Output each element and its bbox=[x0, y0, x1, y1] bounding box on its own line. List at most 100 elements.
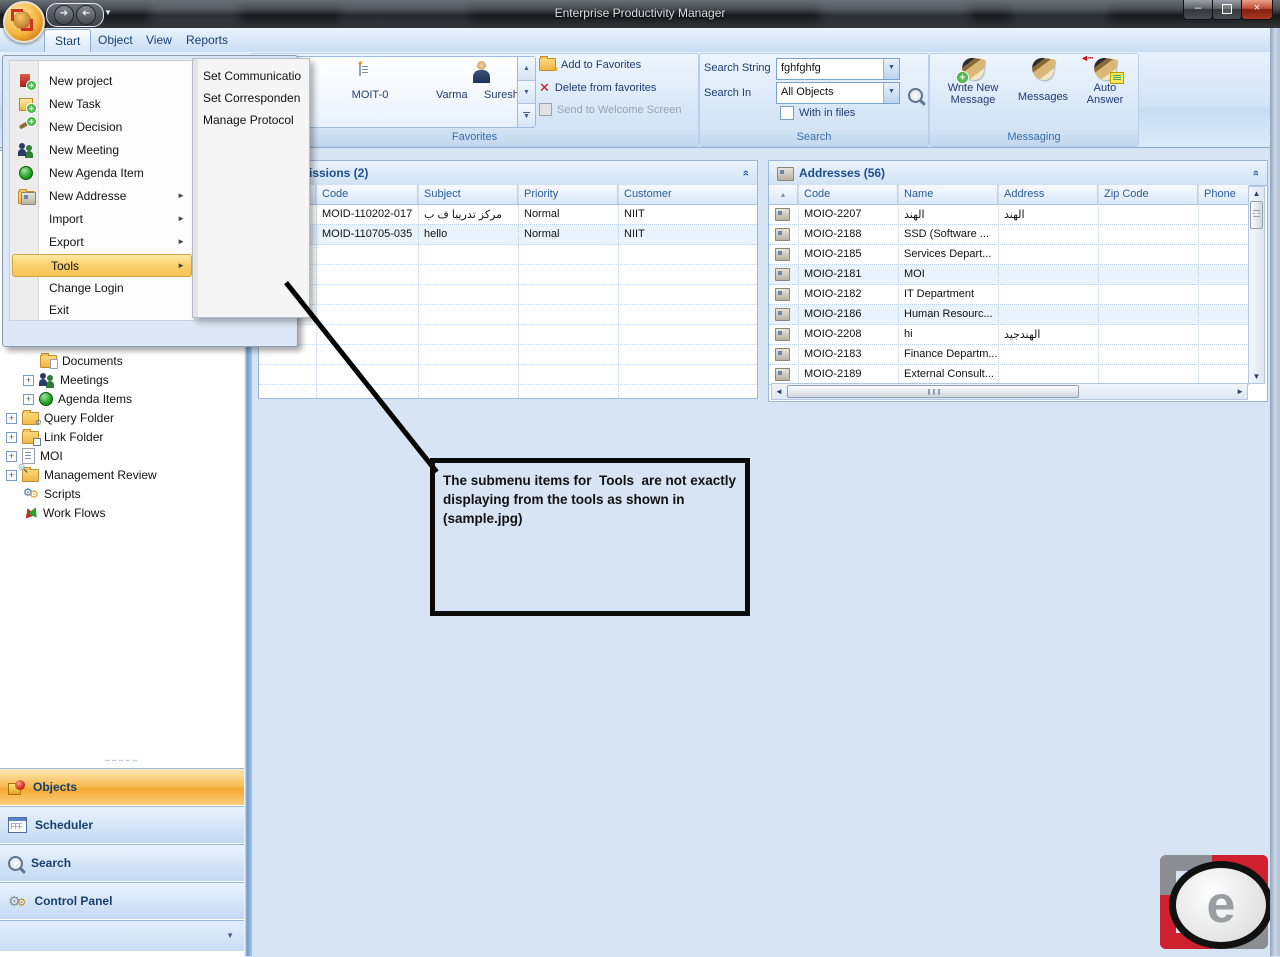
sidebar-grip[interactable]: ┄┄┄┄┄ bbox=[0, 757, 244, 767]
with-in-files-option[interactable]: With in files bbox=[780, 106, 855, 120]
close-button[interactable]: × bbox=[1241, 0, 1273, 20]
messages-button[interactable]: Messages bbox=[1012, 56, 1074, 103]
expander-icon[interactable]: + bbox=[6, 469, 17, 481]
address-row[interactable]: MOIO-2208 hi الهندجيد bbox=[769, 325, 1249, 345]
welcome-screen-icon bbox=[539, 103, 552, 116]
missions-row[interactable]: MOID-110202-017 مركز تدريبا ف ب Normal N… bbox=[259, 205, 757, 225]
tree-item-link-folder[interactable]: + Link Folder bbox=[6, 428, 103, 446]
tree-item-work-flows[interactable]: Work Flows bbox=[23, 504, 105, 522]
submenu-item-set-communication[interactable]: Set Communicatio bbox=[203, 69, 301, 83]
menu-item-new-project[interactable]: + New project bbox=[11, 69, 191, 92]
scroll-right-button[interactable]: ► bbox=[1236, 387, 1244, 396]
nav-objects[interactable]: Objects bbox=[0, 768, 244, 805]
tab-object[interactable]: Object bbox=[88, 29, 143, 51]
hscroll-thumb[interactable] bbox=[787, 385, 1079, 398]
menu-item-new-task[interactable]: + New Task bbox=[11, 92, 191, 115]
delete-from-favorites-button[interactable]: ✕ Delete from favorites bbox=[539, 80, 656, 96]
nav-search[interactable]: Search bbox=[0, 844, 244, 881]
tree-item-documents[interactable]: Documents bbox=[40, 352, 123, 370]
menu-item-import[interactable]: Import ► bbox=[11, 207, 191, 230]
address-row[interactable]: MOIO-2207 الهند الهند bbox=[769, 205, 1249, 225]
qat-customize-chevron[interactable]: ▼ bbox=[104, 8, 112, 17]
vscroll-thumb[interactable] bbox=[1250, 201, 1263, 229]
addresses-hscrollbar[interactable]: ◄ ► bbox=[771, 383, 1248, 400]
expander-icon[interactable]: + bbox=[23, 374, 34, 386]
missions-col-subject[interactable]: Subject bbox=[418, 185, 518, 204]
nav-control-panel[interactable]: ⚙⚙ Control Panel bbox=[0, 882, 244, 919]
address-row[interactable]: MOIO-2186 Human Resourc... bbox=[769, 305, 1249, 325]
addresses-col-name[interactable]: Name bbox=[898, 185, 998, 204]
menu-item-new-meeting[interactable]: New Meeting bbox=[11, 138, 191, 161]
menu-item-change-login[interactable]: Change Login bbox=[11, 276, 191, 299]
search-go-button[interactable] bbox=[908, 88, 923, 103]
gallery-more-button[interactable]: ▼ bbox=[518, 104, 535, 128]
favorite-item-varma[interactable]: Varma bbox=[436, 89, 468, 101]
missions-col-code[interactable]: Code bbox=[316, 185, 418, 204]
cell-subject: مركز تدريبا ف ب bbox=[424, 209, 503, 221]
tree-item-moi[interactable]: + MOI bbox=[6, 447, 63, 465]
favorite-item-moit0[interactable]: MOIT-0 bbox=[340, 89, 400, 101]
addresses-collapse-chevron[interactable]: » bbox=[1250, 170, 1262, 176]
addresses-col-address[interactable]: Address bbox=[998, 185, 1098, 204]
combo-dropdown-button[interactable]: ▼ bbox=[883, 59, 899, 79]
search-string-combo[interactable]: fghfghfg ▼ bbox=[776, 58, 900, 80]
thumb-grip bbox=[1253, 213, 1260, 214]
scroll-left-button[interactable]: ◄ bbox=[775, 387, 783, 396]
address-row[interactable]: MOIO-2182 IT Department bbox=[769, 285, 1249, 305]
tree-item-scripts[interactable]: ⚙ ⚙ Scripts bbox=[23, 485, 81, 503]
menu-item-export[interactable]: Export ► bbox=[11, 230, 191, 253]
tab-start[interactable]: Start bbox=[44, 29, 92, 52]
send-to-welcome-screen-button[interactable]: Send to Welcome Screen bbox=[539, 103, 682, 116]
write-new-message-button[interactable]: + Write New Message bbox=[942, 56, 1004, 106]
app-orb-button[interactable] bbox=[3, 1, 45, 43]
menu-item-new-agenda-item[interactable]: New Agenda Item bbox=[11, 161, 191, 184]
missions-collapse-chevron[interactable]: » bbox=[740, 170, 752, 176]
scroll-up-button[interactable]: ▲ bbox=[1249, 189, 1264, 198]
gallery-scroll-up[interactable]: ▲ bbox=[518, 57, 535, 81]
scroll-down-button[interactable]: ▼ bbox=[1249, 372, 1264, 381]
submenu-item-manage-protocol[interactable]: Manage Protocol bbox=[203, 113, 294, 127]
search-in-combo[interactable]: All Objects ▼ bbox=[776, 82, 900, 104]
forward-button[interactable]: ➜ bbox=[54, 5, 74, 25]
menu-item-new-decision[interactable]: + New Decision bbox=[11, 115, 191, 138]
add-to-favorites-button[interactable]: ★ Add to Favorites bbox=[539, 56, 641, 73]
nav-scheduler[interactable]: Scheduler bbox=[0, 806, 244, 843]
expander-icon[interactable]: + bbox=[6, 412, 17, 424]
address-row[interactable]: MOIO-2181 MOI bbox=[769, 265, 1249, 285]
submenu-item-set-correspondence[interactable]: Set Corresponden bbox=[203, 91, 300, 105]
address-row[interactable]: MOIO-2188 SSD (Software ... bbox=[769, 225, 1249, 245]
combo-dropdown-button[interactable]: ▼ bbox=[883, 83, 899, 103]
tab-reports[interactable]: Reports bbox=[176, 29, 238, 51]
addresses-col-zip[interactable]: Zip Code bbox=[1098, 185, 1198, 204]
auto-answer-button[interactable]: ◄┅ Auto Answer bbox=[1076, 53, 1134, 106]
expander-icon[interactable]: + bbox=[23, 393, 34, 405]
tree-item-agenda-items[interactable]: + Agenda Items bbox=[23, 390, 132, 408]
tab-view[interactable]: View bbox=[136, 29, 182, 51]
nav-options-chevron[interactable]: ▼ bbox=[226, 931, 234, 940]
restore-button[interactable] bbox=[1212, 0, 1242, 20]
address-row[interactable]: MOIO-2183 Finance Departm... bbox=[769, 345, 1249, 365]
addresses-vscrollbar[interactable]: ▲ ▼ bbox=[1248, 186, 1265, 384]
expander-icon[interactable]: + bbox=[6, 431, 17, 443]
back-button[interactable]: ➜ bbox=[76, 5, 96, 25]
missions-col-customer[interactable]: Customer bbox=[618, 185, 757, 204]
expander-icon[interactable]: + bbox=[6, 450, 17, 462]
addresses-col-phone[interactable]: Phone bbox=[1198, 185, 1249, 204]
missions-row[interactable]: MOID-110705-035 hello Normal NIIT bbox=[259, 225, 757, 245]
tree-item-meetings[interactable]: + Meetings bbox=[23, 371, 109, 389]
minimize-button[interactable]: – bbox=[1183, 0, 1213, 20]
missions-col-priority[interactable]: Priority bbox=[518, 185, 618, 204]
tree-item-query-folder[interactable]: + ⚙ Query Folder bbox=[6, 409, 114, 427]
menu-item-new-addresse[interactable]: New Addresse ► bbox=[11, 184, 191, 207]
favorite-item-suresh[interactable]: Suresh bbox=[484, 89, 519, 101]
column-line bbox=[798, 185, 799, 385]
menu-item-tools[interactable]: Tools ► bbox=[12, 254, 192, 277]
tree-item-management-review[interactable]: + 🔍 Management Review bbox=[6, 464, 157, 484]
gallery-scroll-down[interactable]: ▼ bbox=[518, 80, 535, 105]
address-row[interactable]: MOIO-2189 External Consult... bbox=[769, 365, 1249, 385]
with-in-files-checkbox[interactable] bbox=[780, 106, 794, 120]
addresses-col-code[interactable]: Code bbox=[798, 185, 898, 204]
address-row[interactable]: MOIO-2185 Services Depart... bbox=[769, 245, 1249, 265]
addresses-col-sort[interactable]: ▲ bbox=[769, 185, 798, 204]
menu-item-exit[interactable]: Exit bbox=[11, 298, 191, 321]
